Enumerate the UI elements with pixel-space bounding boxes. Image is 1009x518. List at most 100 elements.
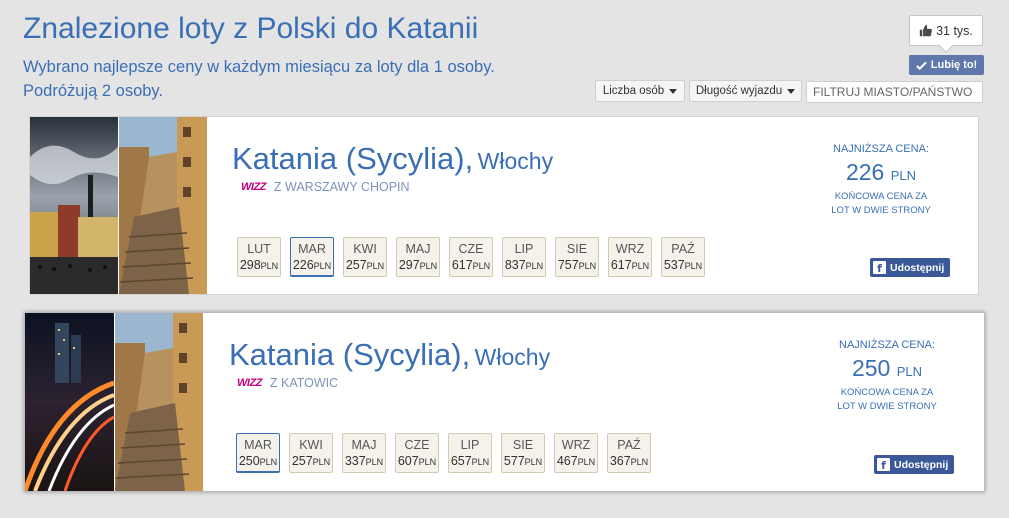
like-count: 31 tys. xyxy=(936,23,973,38)
subtitle-travelers: Podróżują 2 osoby. xyxy=(23,82,164,100)
share-label: Udostępnij xyxy=(890,261,945,274)
destination-title[interactable]: Katania (Sycylia), Włochy xyxy=(232,141,553,177)
lowest-price-label: NAJNIŻSZA CENA: xyxy=(833,143,929,155)
result-card[interactable]: Katania (Sycylia), Włochy WIZZ Z WARSZAW… xyxy=(29,116,979,295)
airline-info: WIZZ Z WARSZAWY CHOPIN xyxy=(241,180,410,194)
month-price-tile[interactable]: LIP 837PLN xyxy=(502,237,546,277)
trip-length-dropdown-label: Długość wyjazdu xyxy=(695,85,783,97)
wizzair-logo: WIZZ xyxy=(237,377,262,389)
month-price: 367PLN xyxy=(609,454,649,468)
airline-info: WIZZ Z KATOWIC xyxy=(237,376,338,390)
month-label: PAŹ xyxy=(671,242,695,256)
persons-dropdown[interactable]: Liczba osób xyxy=(595,80,685,102)
facebook-icon: f xyxy=(873,261,886,274)
result-card[interactable]: Katania (Sycylia), Włochy WIZZ Z KATOWIC… xyxy=(24,312,985,492)
page-title: Znalezione loty z Polski do Katanii xyxy=(23,12,479,45)
month-label: MAR xyxy=(244,438,272,452)
month-price-tile[interactable]: LUT 298PLN xyxy=(237,237,281,277)
wizzair-logo: WIZZ xyxy=(241,181,266,193)
month-price-tile[interactable]: LIP 657PLN xyxy=(448,433,492,473)
month-price-tile[interactable]: WRZ 617PLN xyxy=(608,237,652,277)
month-label: MAJ xyxy=(351,438,377,452)
like-count-bubble: 31 tys. xyxy=(909,15,983,46)
facebook-share-button[interactable]: f Udostępnij xyxy=(874,455,954,474)
month-price-tile[interactable]: MAR 226PLN xyxy=(290,237,334,277)
month-price: 617PLN xyxy=(451,258,491,272)
month-price-tile[interactable]: MAR 250PLN xyxy=(236,433,280,473)
month-price-tile[interactable]: CZE 617PLN xyxy=(449,237,493,277)
month-price: 757PLN xyxy=(557,258,597,272)
month-price-tile[interactable]: MAJ 337PLN xyxy=(342,433,386,473)
like-button[interactable]: Lubię to! xyxy=(909,55,984,75)
destination-city: Katania (Sycylia), xyxy=(232,141,474,176)
month-price: 467PLN xyxy=(556,454,596,468)
month-price: 617PLN xyxy=(610,258,650,272)
lowest-price-box: NAJNIŻSZA CENA: 226 PLN KOŃCOWA CENA ZA L… xyxy=(821,143,941,218)
month-price: 337PLN xyxy=(344,454,384,468)
month-price-tile[interactable]: WRZ 467PLN xyxy=(554,433,598,473)
month-price: 226PLN xyxy=(292,258,332,272)
warsaw-old-town-photo xyxy=(30,117,118,294)
lowest-price-value: 226 PLN xyxy=(845,159,917,185)
katowice-night-photo xyxy=(25,313,114,491)
catania-street-photo xyxy=(119,117,207,294)
departure-airport: Z WARSZAWY CHOPIN xyxy=(273,180,410,194)
month-label: SIE xyxy=(512,438,534,452)
month-price-tile[interactable]: CZE 607PLN xyxy=(395,433,439,473)
month-price-tile[interactable]: PAŹ 537PLN xyxy=(661,237,705,277)
month-label: WRZ xyxy=(615,242,645,256)
caret-down-icon xyxy=(787,88,796,94)
month-label: CZE xyxy=(458,242,484,256)
lowest-price-label: NAJNIŻSZA CENA: xyxy=(839,339,935,351)
month-label: MAJ xyxy=(405,242,431,256)
month-price-tile[interactable]: SIE 577PLN xyxy=(501,433,545,473)
persons-dropdown-label: Liczba osób xyxy=(602,85,665,97)
thumbs-up-icon xyxy=(919,24,933,37)
month-label: LIP xyxy=(514,242,534,256)
month-label: KWI xyxy=(353,242,377,256)
city-country-filter-input[interactable] xyxy=(806,81,983,103)
check-icon xyxy=(915,61,927,70)
month-price-tile[interactable]: SIE 757PLN xyxy=(555,237,599,277)
month-price-tile[interactable]: MAJ 297PLN xyxy=(396,237,440,277)
trip-length-dropdown[interactable]: Długość wyjazdu xyxy=(689,80,802,102)
month-price-tile[interactable]: KWI 257PLN xyxy=(289,433,333,473)
month-label: PAŹ xyxy=(617,438,641,452)
share-label: Udostępnij xyxy=(894,458,949,471)
like-button-label: Lubię to! xyxy=(930,59,978,71)
month-label: SIE xyxy=(566,242,588,256)
price-note: KOŃCOWA CENA ZA LOT W DWIE STRONY xyxy=(837,387,937,412)
month-price-tile[interactable]: KWI 257PLN xyxy=(343,237,387,277)
month-price: 257PLN xyxy=(345,258,385,272)
facebook-icon: f xyxy=(877,458,890,471)
month-label: WRZ xyxy=(561,438,591,452)
month-price: 837PLN xyxy=(504,258,544,272)
month-price-tile[interactable]: PAŹ 367PLN xyxy=(607,433,651,473)
month-prices: LUT 298PLN MAR 226PLN KWI 257PLN MAJ 297PLN CZE 6… xyxy=(237,237,705,277)
month-label: LUT xyxy=(247,242,271,256)
month-price: 297PLN xyxy=(398,258,438,272)
month-price: 607PLN xyxy=(397,454,437,468)
subtitle-best-prices: Wybrano najlepsze ceny w każdym miesiącu… xyxy=(23,58,495,76)
price-note: KOŃCOWA CENA ZA LOT W DWIE STRONY xyxy=(831,191,931,216)
lowest-price-value: 250 PLN xyxy=(851,355,923,381)
caret-down-icon xyxy=(669,88,678,94)
month-label: MAR xyxy=(298,242,326,256)
month-prices: MAR 250PLN KWI 257PLN MAJ 337PLN CZE 607PLN LIP 6… xyxy=(236,433,651,473)
destination-country: Włochy xyxy=(474,344,551,370)
month-price: 657PLN xyxy=(450,454,490,468)
month-label: LIP xyxy=(460,438,480,452)
month-label: CZE xyxy=(404,438,430,452)
catania-street-photo xyxy=(115,313,203,491)
destination-title[interactable]: Katania (Sycylia), Włochy xyxy=(229,337,550,373)
month-price: 577PLN xyxy=(503,454,543,468)
month-price: 537PLN xyxy=(663,258,703,272)
month-price: 257PLN xyxy=(291,454,331,468)
month-label: KWI xyxy=(299,438,323,452)
departure-airport: Z KATOWIC xyxy=(269,376,339,390)
month-price: 250PLN xyxy=(238,454,278,468)
destination-country: Włochy xyxy=(477,148,554,174)
facebook-share-button[interactable]: f Udostępnij xyxy=(870,258,950,277)
lowest-price-box: NAJNIŻSZA CENA: 250 PLN KOŃCOWA CENA ZA L… xyxy=(827,339,947,414)
destination-city: Katania (Sycylia), xyxy=(229,337,471,372)
